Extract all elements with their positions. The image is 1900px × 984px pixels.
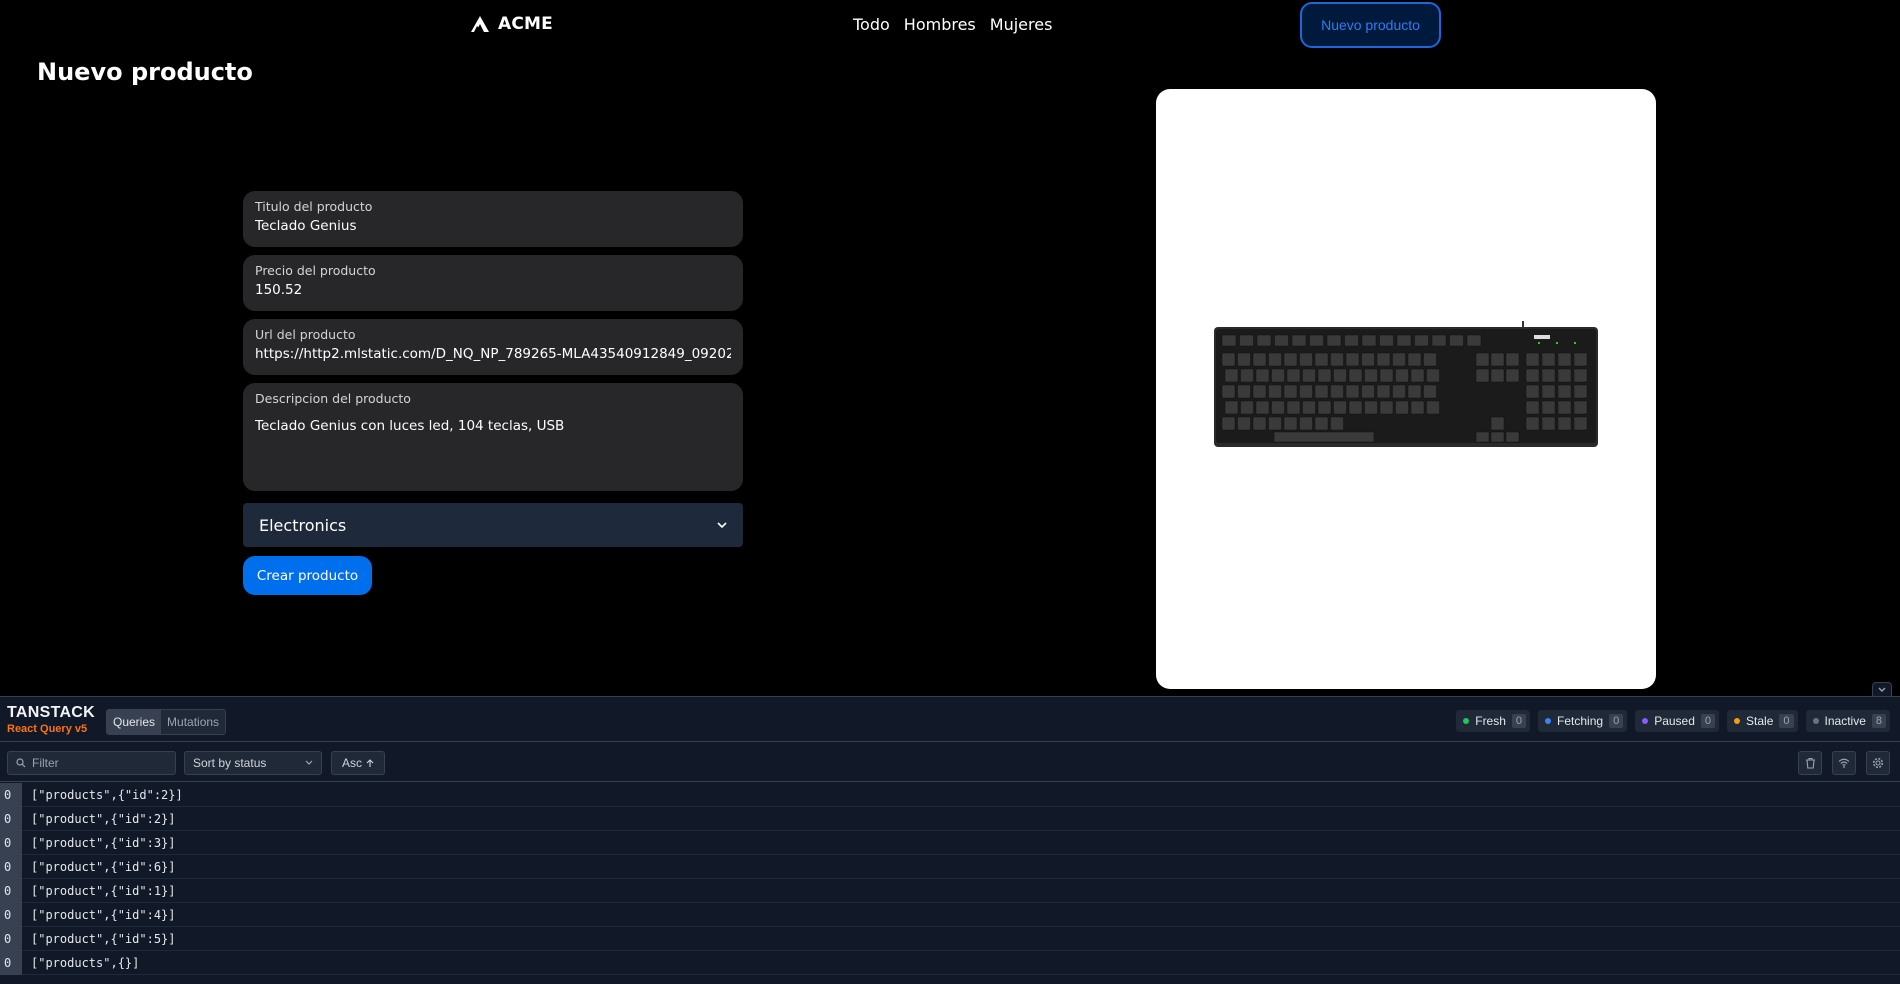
status-count: 8 [1871,714,1886,728]
observer-count: 0 [0,806,22,831]
arrow-up-icon [366,758,374,767]
query-row[interactable]: 0 ["product",{"id":4}] [0,902,1900,927]
description-field-label: Descripcion del producto [255,391,411,406]
query-key: ["product",{"id":2}] [31,811,176,826]
status-label: Paused [1654,714,1695,728]
status-label: Stale [1746,714,1774,728]
gray-dot-icon [1812,718,1819,724]
nav-links: Todo Hombres Mujeres [853,15,1052,34]
query-row[interactable]: 0 ["product",{"id":5}] [0,926,1900,951]
query-row[interactable]: 0 ["product",{"id":1}] [0,878,1900,903]
chevron-down-icon [1878,687,1886,692]
observer-count: 0 [0,902,22,927]
price-field-label: Precio del producto [255,263,376,278]
create-product-button[interactable]: Crear producto [243,556,372,595]
keyboard-image-icon [1214,321,1598,447]
devtools-tabs: Queries Mutations [106,709,227,735]
search-icon [16,758,26,768]
price-input[interactable]: 150.52 [255,282,731,298]
status-count: 0 [1609,714,1624,728]
devtools-title: TANSTACK [7,704,96,721]
query-key: ["products",{}] [31,955,140,970]
top-navbar: ACME Todo Hombres Mujeres Nuevo producto [0,0,1900,50]
gear-icon [1872,757,1884,769]
tab-mutations[interactable]: Mutations [161,710,226,734]
description-field[interactable]: Descripcion del producto Teclado Genius … [243,383,743,491]
url-field[interactable]: Url del producto https://http2.mlstatic.… [243,319,743,375]
query-key: ["product",{"id":6}] [31,859,176,874]
query-row[interactable]: 0 ["product",{"id":6}] [0,854,1900,879]
observer-count: 0 [0,782,22,807]
status-paused[interactable]: Paused 0 [1635,710,1720,732]
title-field[interactable]: Titulo del producto Teclado Genius [243,191,743,247]
query-row[interactable]: 0 ["products",{}] [0,950,1900,975]
price-field[interactable]: Precio del producto 150.52 [243,255,743,311]
sort-label: Sort by status [193,756,267,770]
chevron-down-icon [717,522,727,529]
status-count: 0 [1511,714,1527,728]
purple-dot-icon [1642,718,1649,724]
observer-count: 0 [0,854,22,879]
filter-placeholder: Filter [32,756,59,770]
devtools-filter-bar: Filter Sort by status Asc [0,742,1900,782]
query-key: ["product",{"id":3}] [31,835,176,850]
nav-link-hombres[interactable]: Hombres [904,15,976,34]
blue-dot-icon [1545,718,1552,724]
trash-icon [1805,757,1815,769]
query-list: 0 ["products",{"id":2}] 0 ["product",{"id"… [0,782,1900,975]
status-count: 0 [1700,714,1716,728]
devtools-subtitle: React Query v5 [7,723,88,735]
status-label: Inactive [1824,714,1866,728]
wifi-icon [1838,758,1850,768]
query-row[interactable]: 0 ["product",{"id":2}] [0,806,1900,831]
page-title: Nuevo producto [37,58,253,86]
status-label: Fresh [1475,714,1506,728]
mock-offline-button[interactable] [1832,751,1856,775]
new-product-button[interactable]: Nuevo producto [1300,2,1441,48]
orange-dot-icon [1734,718,1741,724]
product-image-preview [1156,89,1656,689]
green-dot-icon [1463,718,1470,724]
observer-count: 0 [0,926,22,951]
description-textarea[interactable]: Teclado Genius con luces led, 104 teclas… [255,418,731,434]
tab-queries[interactable]: Queries [107,710,162,734]
query-key: ["product",{"id":1}] [31,883,176,898]
clear-cache-button[interactable] [1798,751,1822,775]
filter-input[interactable]: Filter [7,751,176,775]
nav-link-mujeres[interactable]: Mujeres [990,15,1053,34]
query-key: ["product",{"id":5}] [31,931,176,946]
sort-order-button[interactable]: Asc [331,751,385,775]
query-row[interactable]: 0 ["products",{"id":2}] [0,782,1900,807]
title-input[interactable]: Teclado Genius [255,218,731,234]
status-fresh[interactable]: Fresh 0 [1456,710,1531,732]
status-inactive[interactable]: Inactive 8 [1805,710,1890,732]
url-field-label: Url del producto [255,327,356,342]
status-fetching[interactable]: Fetching 0 [1538,710,1628,732]
sort-order-label: Asc [341,756,362,770]
url-input[interactable]: https://http2.mlstatic.com/D_NQ_NP_78926… [255,346,731,362]
category-select[interactable]: Electronics [243,503,743,547]
brand-name: ACME [498,14,553,34]
title-field-label: Titulo del producto [255,199,373,214]
nav-link-todo[interactable]: Todo [853,15,890,34]
observer-count: 0 [0,878,22,903]
status-count: 0 [1779,714,1794,728]
status-stale[interactable]: Stale 0 [1727,710,1798,732]
brand[interactable]: ACME [470,14,553,34]
chevron-down-icon [305,760,313,765]
category-selected-value: Electronics [259,515,347,535]
devtools-header: TANSTACK React Query v5 Queries Mutation… [0,697,1900,742]
query-key: ["products",{"id":2}] [31,787,183,802]
acme-logo-icon [471,16,489,32]
sort-select[interactable]: Sort by status [184,751,322,775]
observer-count: 0 [0,950,22,975]
query-row[interactable]: 0 ["product",{"id":3}] [0,830,1900,855]
observer-count: 0 [0,830,22,855]
query-key: ["product",{"id":4}] [31,907,176,922]
query-status-counts: Fresh 0 Fetching 0 Paused 0 Stale 0 Inac… [1456,710,1890,732]
status-label: Fetching [1557,714,1604,728]
react-query-devtools: TANSTACK React Query v5 Queries Mutation… [0,696,1900,984]
settings-button[interactable] [1866,751,1890,775]
